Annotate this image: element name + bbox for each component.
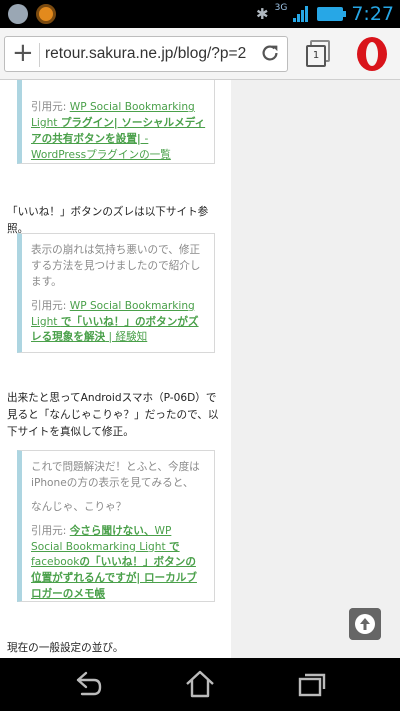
article-column: 引用元: WP Social Bookmarking Light プラグイン| …	[0, 80, 231, 658]
opera-menu-icon[interactable]	[354, 36, 390, 72]
browser-toolbar: + retour.sakura.ne.jp/blog/?p=2 1	[0, 28, 400, 80]
bluetooth-icon: ✱	[256, 5, 269, 23]
signal-icon	[293, 6, 311, 22]
reload-icon[interactable]	[259, 42, 281, 64]
source-prefix: 引用元:	[31, 524, 70, 537]
blockquote-3: これで問題解決だ！とふと、今度はiPhoneの方の表示を見てみると、 なんじゃ、…	[17, 450, 215, 602]
clock: 7:27	[351, 3, 394, 25]
tab-count: 1	[306, 45, 326, 67]
quote-text: なんじゃ、こりゃ？	[31, 500, 127, 513]
blockquote-2: 表示の崩れは気持ち悪いので、修正する方法を見つけましたので紹介します。 引用元:…	[17, 233, 215, 353]
address-divider	[39, 43, 40, 67]
system-status: ✱ 3G 7:27	[256, 3, 394, 25]
link-part: facebook	[31, 556, 80, 569]
paragraph-3: 現在の一般設定の並び。	[7, 642, 124, 654]
scroll-to-top-button[interactable]	[349, 608, 381, 640]
status-bar: ✱ 3G 7:27	[0, 0, 400, 28]
source-prefix: 引用元:	[31, 101, 70, 113]
quote-text: これで問題解決だ！とふと、今度はiPhoneの方の表示を見てみると、	[31, 461, 200, 489]
url-text[interactable]: retour.sakura.ne.jp/blog/?p=2	[45, 45, 246, 63]
source-prefix: 引用元:	[31, 299, 70, 312]
plus-icon[interactable]: +	[12, 38, 34, 68]
link-part: 今さら聞けない、	[69, 524, 155, 537]
navigation-bar	[0, 658, 400, 711]
app-icon	[36, 4, 56, 24]
blockquote-1: 引用元: WP Social Bookmarking Light プラグイン| …	[17, 80, 215, 164]
home-icon[interactable]	[184, 668, 216, 700]
link-part: で	[169, 540, 180, 553]
link-part: | 経験知	[105, 331, 148, 344]
network-type: 3G	[274, 3, 288, 13]
quote-text: 表示の崩れは気持ち悪いので、修正する方法を見つけましたので紹介します。	[31, 244, 201, 288]
battery-icon	[317, 7, 347, 21]
web-page[interactable]: 引用元: WP Social Bookmarking Light プラグイン| …	[0, 80, 400, 658]
back-icon[interactable]	[72, 668, 104, 700]
address-bar[interactable]: + retour.sakura.ne.jp/blog/?p=2	[4, 36, 288, 72]
notification-icons	[8, 4, 56, 24]
tabs-button[interactable]: 1	[306, 40, 332, 68]
speaker-icon	[8, 4, 28, 24]
paragraph-2: 出来たと思ってAndroidスマホ（P-06D）で見ると「なんじゃこりゃ？」だっ…	[7, 392, 219, 438]
recent-apps-icon[interactable]	[296, 668, 328, 700]
